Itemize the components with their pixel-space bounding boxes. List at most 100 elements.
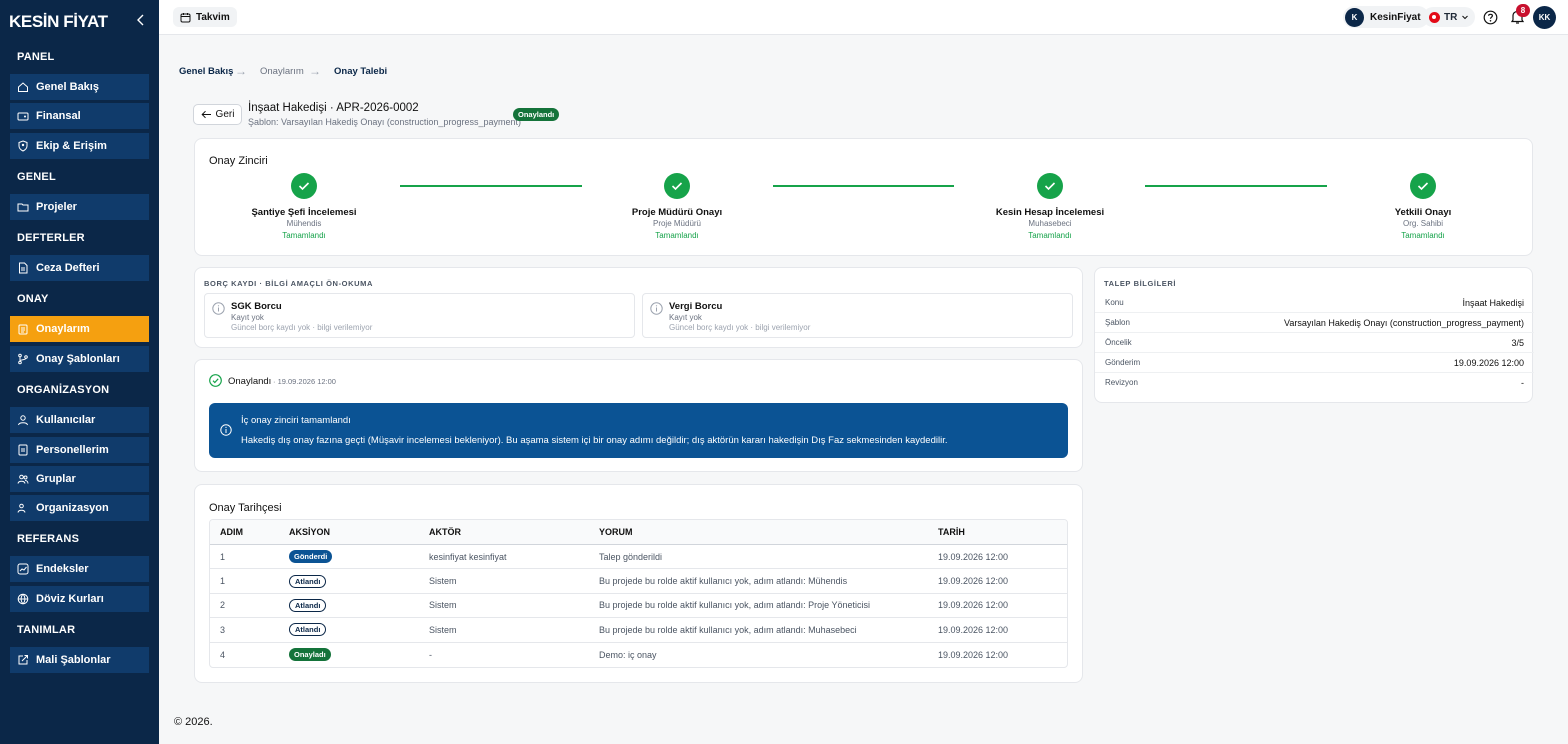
git-branch-icon: [18, 353, 28, 365]
arrow-right-icon: →: [309, 64, 321, 78]
sidebar-item-label: Finansal: [36, 110, 81, 122]
info-key: Öncelik: [1105, 338, 1132, 347]
sidebar-item-onay-sablonlari[interactable]: Onay Şablonları: [10, 346, 149, 372]
calendar-button[interactable]: Takvim: [173, 7, 237, 27]
sidebar-item-genel-bakis[interactable]: Genel Bakış: [10, 74, 149, 100]
section-panel: PANEL: [17, 51, 55, 63]
org-avatar: K: [1345, 7, 1364, 27]
debt-name: SGK Borcu: [231, 301, 282, 312]
info-banner: İç onay zinciri tamamlandı Hakediş dış o…: [209, 403, 1068, 458]
sidebar-item-label: Onaylarım: [36, 323, 90, 335]
info-key: Konu: [1105, 298, 1124, 307]
step-status: Tamamlandı: [1401, 231, 1445, 240]
sidebar-item-onaylarim[interactable]: Onaylarım: [10, 316, 149, 342]
help-icon[interactable]: [1483, 10, 1498, 25]
sidebar-item-label: Döviz Kurları: [36, 593, 104, 605]
turkey-flag-icon: [1429, 11, 1440, 23]
back-button[interactable]: Geri: [193, 104, 242, 125]
users-icon: [17, 474, 29, 484]
debt-status: Kayıt yok: [231, 313, 264, 322]
cell-date: 19.09.2026 12:00: [938, 576, 1009, 587]
info-icon: [220, 424, 232, 436]
sidebar-item-organizasyon[interactable]: Organizasyon: [10, 495, 149, 521]
info-value: 3/5: [1511, 338, 1524, 348]
cell-actor: Sistem: [429, 600, 457, 611]
sidebar-item-label: Gruplar: [36, 473, 76, 485]
step-name: Proje Müdürü Onayı: [631, 207, 723, 218]
table-row: 1 Gönderdi kesinfiyat kesinfiyat Talep g…: [210, 545, 1067, 570]
users-icon: [17, 503, 26, 513]
language-select[interactable]: TR: [1423, 7, 1476, 27]
check-circle-icon: [209, 374, 222, 387]
chain-connector: [400, 185, 582, 187]
sidebar-item-label: Personellerim: [36, 444, 109, 456]
cell-date: 19.09.2026 12:00: [938, 624, 1009, 635]
info-key: Gönderim: [1105, 358, 1141, 367]
step-status: Tamamlandı: [655, 231, 699, 240]
section-referans: REFERANS: [17, 533, 80, 545]
result-label: Onaylandı: [228, 376, 272, 387]
cell-actor: kesinfiyat kesinfiyat: [429, 551, 507, 562]
breadcrumb-onaylarim[interactable]: Onaylarım: [260, 66, 304, 77]
sidebar-item-ceza-defteri[interactable]: Ceza Defteri: [10, 255, 149, 281]
chain-connector: [1145, 185, 1327, 187]
col-aktor: AKTÖR: [429, 527, 461, 537]
step-name: Kesin Hesap İncelemesi: [995, 207, 1105, 218]
sidebar-item-endeksler[interactable]: Endeksler: [10, 556, 149, 582]
id-card-icon: [18, 444, 28, 456]
breadcrumb-onay-talebi: Onay Talebi: [334, 66, 388, 77]
cell-actor: -: [429, 649, 432, 660]
debt-item-vergi: Vergi Borcu Kayıt yok Güncel borç kaydı …: [642, 293, 1073, 338]
info-row-revizyon: Revizyon -: [1095, 373, 1534, 393]
info-key: Revizyon: [1105, 378, 1138, 387]
step-status: Tamamlandı: [282, 231, 326, 240]
external-edit-icon: [18, 655, 28, 665]
trend-icon: [17, 563, 29, 575]
sidebar-item-projeler[interactable]: Projeler: [10, 194, 149, 220]
debt-status: Kayıt yok: [669, 313, 702, 322]
action-badge: Atlandı: [289, 598, 327, 612]
user-avatar[interactable]: KK: [1533, 6, 1556, 29]
sidebar-item-finansal[interactable]: Finansal: [10, 103, 149, 129]
sidebar-item-label: Projeler: [36, 201, 77, 213]
brand-logo[interactable]: KESİN FİYAT: [9, 12, 108, 32]
step-name: Yetkili Onayı: [1394, 207, 1452, 218]
cell-comment: Bu projede bu rolde aktif kullanıcı yok,…: [599, 624, 857, 635]
org-switcher[interactable]: K KesinFiyat: [1343, 6, 1429, 28]
check-circle-icon: [1037, 173, 1063, 199]
action-badge: Gönderdi: [289, 550, 333, 564]
sidebar-item-doviz-kurlari[interactable]: Döviz Kurları: [10, 586, 149, 612]
sidebar-item-personellerim[interactable]: Personellerim: [10, 437, 149, 463]
cell-date: 19.09.2026 12:00: [938, 649, 1009, 660]
chain-step: Proje Müdürü Onayı Proje Müdürü Tamamlan…: [602, 173, 752, 240]
info-value: 19.09.2026 12:00: [1453, 358, 1524, 368]
sidebar-item-mali-sablonlar[interactable]: Mali Şablonlar: [10, 647, 149, 673]
info-icon: [650, 302, 663, 315]
check-circle-icon: [291, 173, 317, 199]
action-badge: Atlandı: [289, 574, 327, 588]
sidebar-item-ekip[interactable]: Ekip & Erişim: [10, 133, 149, 159]
info-row-konu: Konu İnşaat Hakedişi: [1095, 293, 1534, 313]
cell-step: 1: [220, 576, 226, 587]
cell-comment: Demo: iç onay: [599, 649, 657, 660]
sidebar-item-gruplar[interactable]: Gruplar: [10, 466, 149, 492]
table-row: 1 Atlandı Sistem Bu projede bu rolde akt…: [210, 569, 1067, 594]
breadcrumb-genel-bakis[interactable]: Genel Bakış: [179, 66, 233, 77]
language-code: TR: [1444, 11, 1458, 23]
section-tanimlar: TANIMLAR: [17, 624, 76, 636]
status-badge: Onaylandı: [513, 108, 560, 121]
sidebar-item-kullanicilar[interactable]: Kullanıcılar: [10, 407, 149, 433]
step-role: Muhasebeci: [1028, 219, 1072, 228]
cell-comment: Bu projede bu rolde aktif kullanıcı yok,…: [599, 600, 870, 611]
cell-step: 3: [220, 624, 226, 635]
col-tarih: TARİH: [938, 527, 965, 537]
info-title: İç onay zinciri tamamlandı: [241, 415, 351, 426]
cell-date: 19.09.2026 12:00: [938, 551, 1009, 562]
section-defterler: DEFTERLER: [17, 232, 85, 244]
section-onay: ONAY: [17, 293, 49, 305]
step-role: Mühendis: [286, 219, 322, 228]
collapse-sidebar-icon[interactable]: [134, 12, 148, 28]
col-yorum: YORUM: [599, 527, 633, 537]
sidebar-item-label: Ekip & Erişim: [36, 140, 107, 152]
sidebar-item-label: Endeksler: [36, 563, 89, 575]
